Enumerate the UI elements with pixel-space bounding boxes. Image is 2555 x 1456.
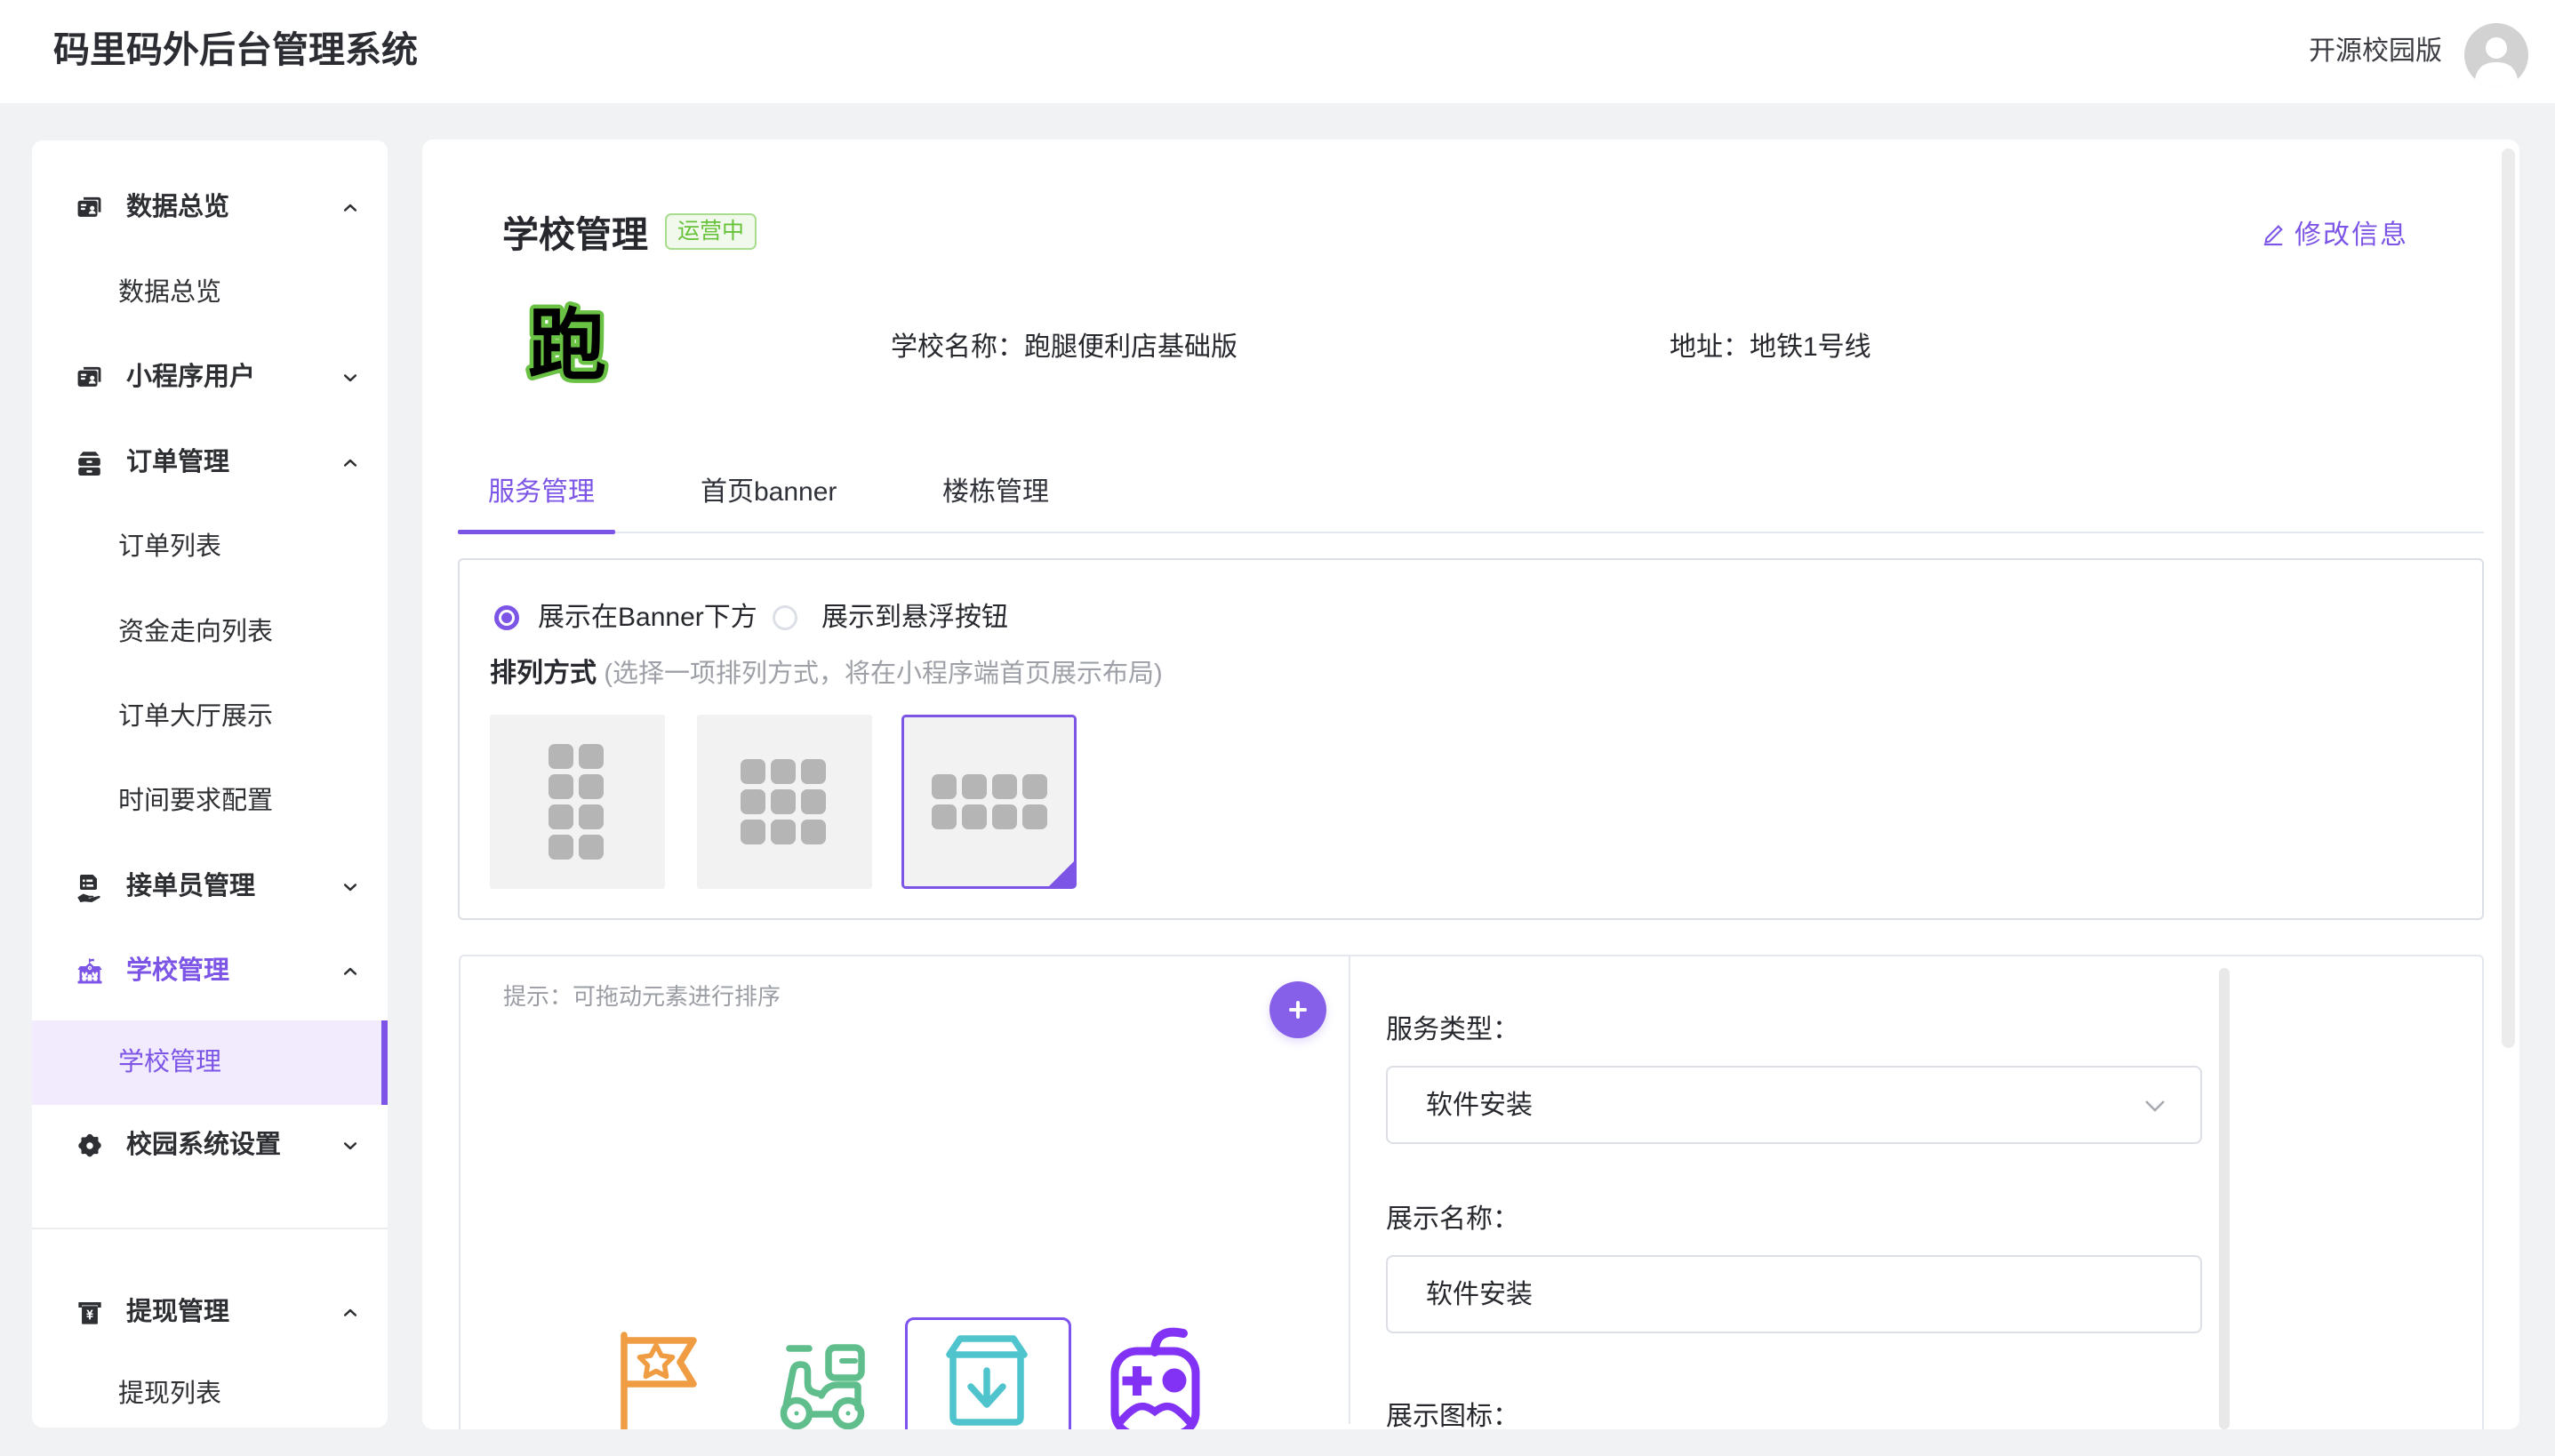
svg-text:跑: 跑 [528,301,606,388]
